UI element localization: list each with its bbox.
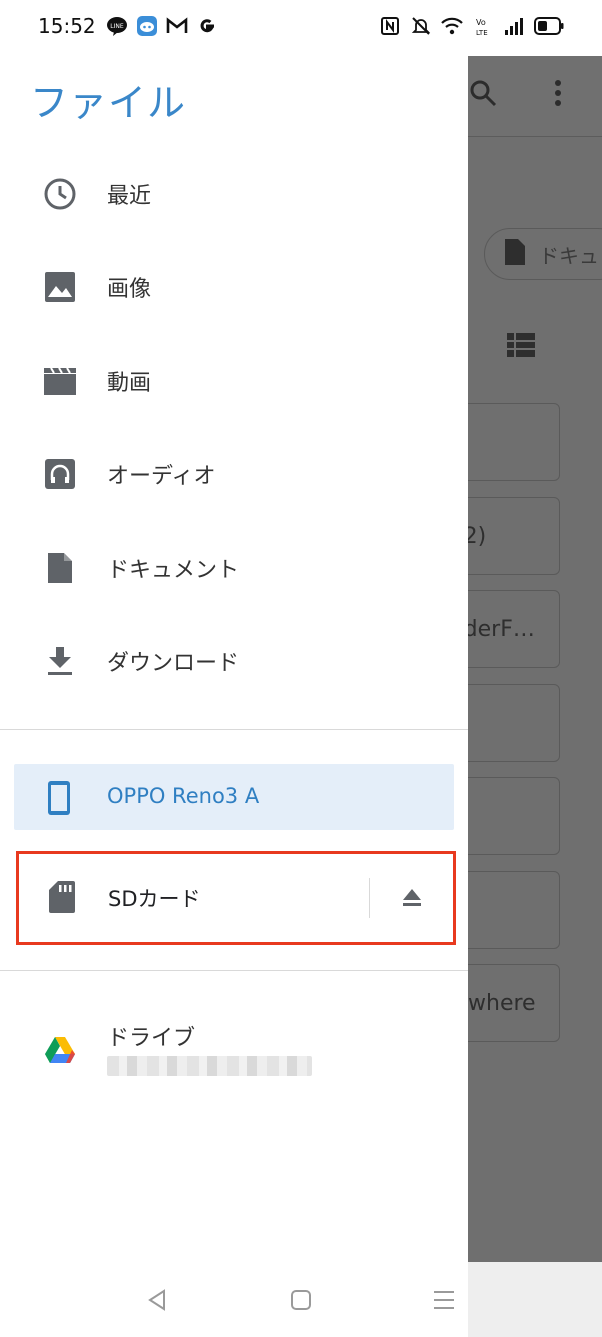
sd-card-item[interactable]: SDカード (16, 851, 456, 945)
more-vert-icon (548, 78, 568, 112)
volte-icon: Vo LTE (472, 15, 494, 37)
sd-card-icon (48, 880, 76, 918)
back-icon[interactable] (143, 1286, 171, 1314)
divider (0, 729, 468, 730)
image-icon (42, 269, 78, 305)
home-icon[interactable] (287, 1286, 315, 1314)
line-icon: LINE (106, 15, 128, 37)
status-time: 15:52 (38, 14, 96, 38)
background-filter-chip: ドキュ (484, 228, 602, 280)
divider (369, 878, 370, 918)
google-drive-icon (44, 1036, 76, 1068)
clock-icon (42, 176, 78, 212)
background-file-card (468, 403, 560, 481)
audio-icon (42, 456, 78, 492)
video-icon (42, 363, 78, 399)
nav-item-recent[interactable]: 最近 (0, 158, 468, 230)
signal-icon (503, 15, 525, 37)
list-view-icon (506, 332, 536, 362)
nav-item-videos[interactable]: 動画 (0, 345, 468, 417)
document-icon (503, 237, 527, 272)
nav-item-label: ダウンロード (107, 651, 240, 676)
sd-card-label: SDカード (108, 887, 201, 911)
menu-icon[interactable] (430, 1286, 458, 1314)
divider (0, 970, 468, 971)
background-toolbar (468, 56, 602, 137)
nav-item-label: 動画 (107, 371, 152, 396)
background-file-card: (2) (468, 497, 560, 575)
nfc-icon (379, 15, 401, 37)
background-file-card: s (468, 684, 560, 762)
google-drive-label: ドライブ (107, 1026, 196, 1051)
google-icon (196, 15, 218, 37)
discord-icon (136, 15, 158, 37)
svg-text:LTE: LTE (476, 29, 488, 36)
background-file-card: rderF… (468, 590, 560, 668)
gmail-icon (166, 15, 188, 37)
wifi-icon (441, 15, 463, 37)
nav-item-audio[interactable]: オーディオ (0, 438, 468, 510)
nav-bar-dimmed-area (434, 1262, 602, 1337)
nav-item-documents[interactable]: ドキュメント (0, 532, 468, 604)
nav-item-label: ドキュメント (107, 558, 240, 583)
document-icon (42, 550, 78, 586)
download-icon (42, 643, 78, 679)
svg-text:LINE: LINE (110, 23, 124, 30)
google-drive-item[interactable]: ドライブ (0, 1016, 468, 1096)
drawer-title: ファイル (30, 81, 187, 125)
background-app-scrim[interactable]: ドキュ (2) rderF… s s ywhere (468, 56, 602, 1262)
nav-item-label: オーディオ (107, 464, 216, 489)
device-storage-item[interactable]: OPPO Reno3 A (14, 764, 454, 830)
nav-item-images[interactable]: 画像 (0, 251, 468, 323)
device-storage-label: OPPO Reno3 A (107, 784, 260, 808)
navigation-drawer: ファイル 最近 画像 動画 オーディオ ドキュメント ダウンロード OPPO R… (0, 56, 468, 1262)
mute-icon (410, 15, 432, 37)
background-file-card (468, 777, 560, 855)
background-file-card: s (468, 871, 560, 949)
nav-item-label: 最近 (107, 184, 152, 209)
nav-item-label: 画像 (107, 277, 152, 302)
status-bar: 15:52 LINE Vo LTE (0, 0, 602, 56)
svg-text:Vo: Vo (476, 18, 486, 27)
drive-account-redacted (107, 1056, 312, 1076)
eject-icon[interactable] (401, 886, 423, 912)
nav-item-downloads[interactable]: ダウンロード (0, 625, 468, 697)
battery-icon (534, 15, 564, 37)
background-file-card: ywhere (468, 964, 560, 1042)
search-icon (468, 78, 498, 112)
phone-icon (46, 780, 72, 820)
chip-label: ドキュ (539, 243, 599, 268)
